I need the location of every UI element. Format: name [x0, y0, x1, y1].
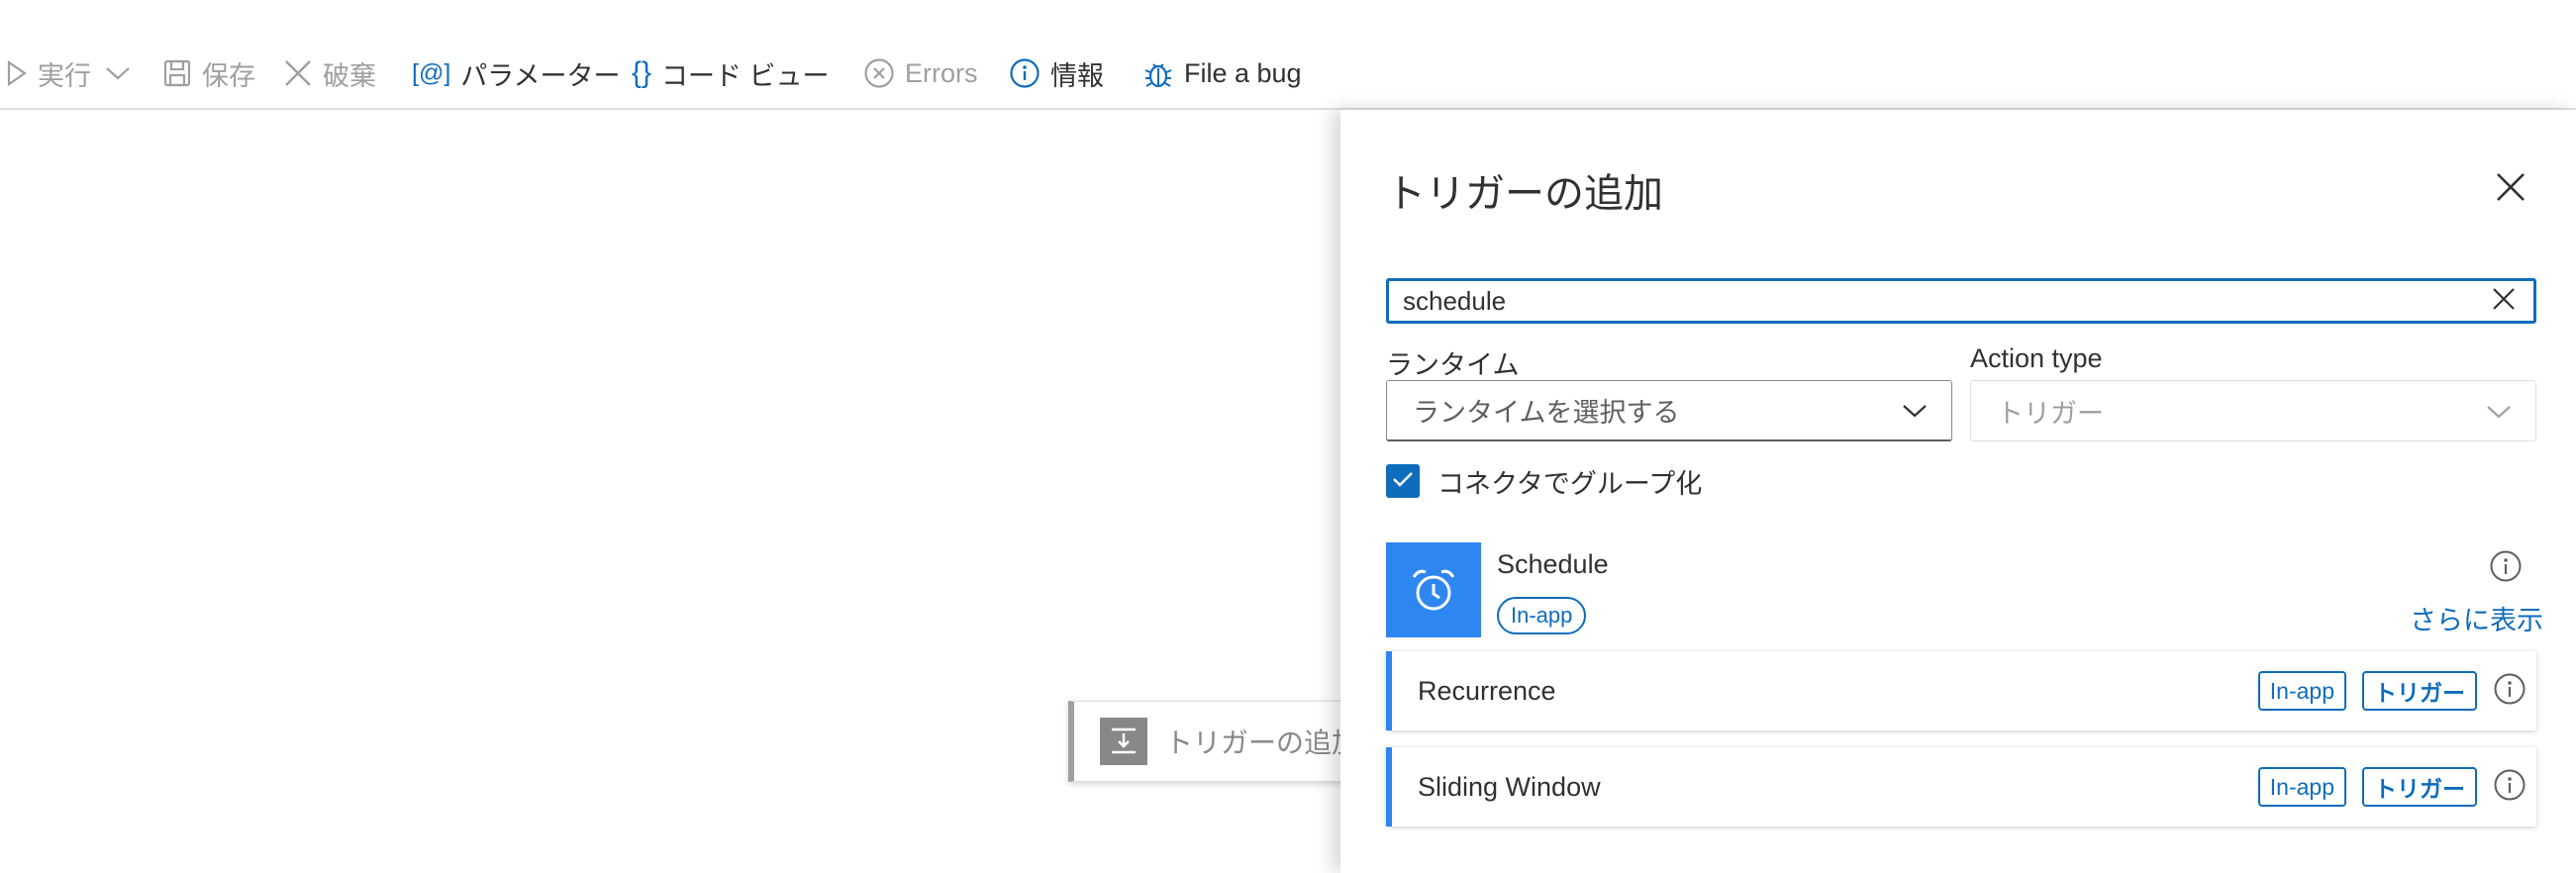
save-icon: [162, 58, 192, 88]
errors-label: Errors: [905, 57, 978, 88]
clear-search-button[interactable]: [2484, 281, 2524, 321]
operation-name: Sliding Window: [1418, 771, 1601, 802]
info-label: 情報: [1050, 60, 1104, 91]
info-icon[interactable]: [2493, 672, 2526, 711]
search-field: [1386, 278, 2536, 324]
chevron-down-icon[interactable]: [105, 65, 131, 81]
runtime-dropdown[interactable]: ランタイムを選択する: [1386, 380, 1952, 441]
operation-card-sliding-window[interactable]: Sliding Window In-app トリガー: [1386, 747, 2536, 826]
errors-button[interactable]: Errors: [863, 49, 978, 97]
group-by-connector-label: コネクタでグループ化: [1437, 468, 1703, 499]
show-more-link[interactable]: さらに表示: [2410, 599, 2543, 637]
save-button[interactable]: 保存: [162, 49, 255, 97]
group-by-connector-option[interactable]: コネクタでグループ化: [1386, 461, 1702, 501]
designer-toolbar: 実行 保存 破棄 [@] パラメーター {} コード ビュー Errors 情報: [0, 0, 2576, 110]
checkmark-icon: [1392, 470, 1414, 493]
add-trigger-card[interactable]: トリガーの追加: [1068, 701, 1365, 782]
operation-name: Recurrence: [1418, 675, 1556, 706]
error-circle-icon: [863, 57, 895, 89]
parameters-button[interactable]: [@] パラメーター: [412, 49, 620, 97]
close-panel-button[interactable]: [2491, 169, 2530, 209]
in-app-badge: In-app: [2257, 767, 2346, 807]
panel-title: トリガーの追加: [1386, 172, 1663, 216]
add-trigger-label: トリガーの追加: [1165, 728, 1360, 758]
connector-name[interactable]: Schedule: [1497, 549, 1609, 580]
info-icon[interactable]: [2493, 768, 2526, 807]
info-icon: [1009, 57, 1040, 89]
runtime-label: ランタイム: [1386, 350, 1520, 380]
runtime-placeholder: ランタイムを選択する: [1413, 398, 1680, 428]
trigger-badge: トリガー: [2362, 671, 2477, 711]
close-icon: [2495, 171, 2526, 208]
chevron-down-icon: [2486, 396, 2512, 427]
clear-icon: [2492, 287, 2516, 316]
file-bug-button[interactable]: File a bug: [1142, 49, 1302, 97]
discard-button[interactable]: 破棄: [283, 49, 376, 97]
play-icon: [6, 59, 28, 87]
run-button[interactable]: 実行: [6, 49, 131, 97]
add-trigger-panel: トリガーの追加 ランタイム Action type ランタイムを選択する トリガ…: [1340, 110, 2576, 873]
code-view-button[interactable]: {} コード ビュー: [632, 49, 830, 97]
alarm-clock-icon: [1386, 542, 1481, 637]
parameters-icon: [@]: [412, 58, 451, 87]
in-app-badge: In-app: [2257, 671, 2346, 711]
file-bug-label: File a bug: [1184, 57, 1302, 88]
in-app-badge: In-app: [1497, 597, 1587, 634]
search-input[interactable]: [1389, 284, 2484, 318]
code-view-label: コード ビュー: [661, 60, 830, 91]
action-type-dropdown[interactable]: トリガー: [1970, 380, 2536, 441]
run-label: 実行: [38, 60, 91, 91]
bug-icon: [1142, 56, 1174, 90]
group-by-connector-checkbox[interactable]: [1386, 464, 1420, 498]
operation-card-recurrence[interactable]: Recurrence In-app トリガー: [1386, 651, 2536, 730]
save-label: 保存: [202, 60, 255, 91]
add-trigger-icon: [1100, 718, 1147, 765]
chevron-down-icon: [1902, 395, 1928, 426]
parameters-label: パラメーター: [460, 60, 621, 91]
action-type-value: トリガー: [1997, 398, 2104, 429]
close-icon: [283, 58, 313, 88]
discard-label: 破棄: [323, 60, 376, 91]
code-braces-icon: {}: [632, 56, 652, 89]
action-type-label: Action type: [1970, 343, 2103, 373]
info-button[interactable]: 情報: [1009, 49, 1104, 97]
info-icon[interactable]: [2489, 549, 2523, 588]
trigger-badge: トリガー: [2362, 767, 2477, 807]
